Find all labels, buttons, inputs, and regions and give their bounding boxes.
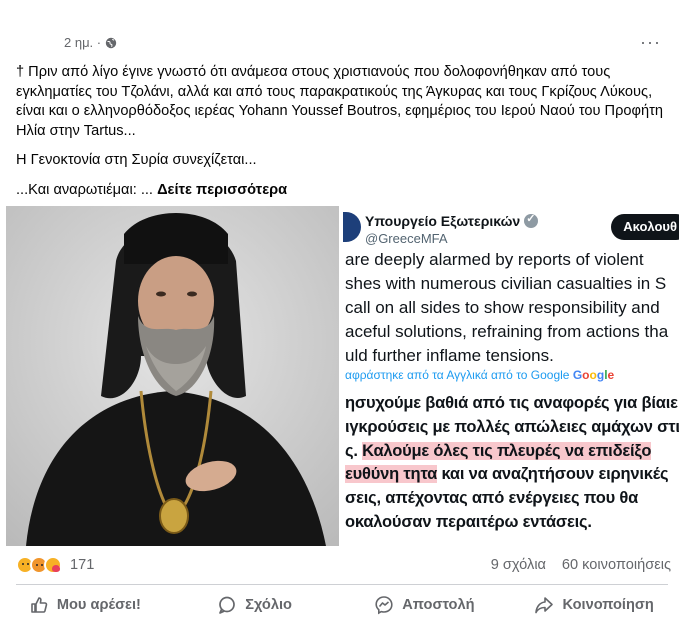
tweet-line-part: ς. [345, 441, 363, 460]
send-label: Αποστολή [402, 597, 475, 613]
thumbs-up-icon [31, 597, 48, 613]
priest-photo-illustration [6, 206, 339, 546]
post-paragraph: ...Και αναρωτιέμαι: ... Δείτε περισσότερ… [16, 181, 668, 201]
tweet-screenshot[interactable]: Υπουργείο Εξωτερικών @GreeceMFA Ακολουθ … [343, 206, 679, 546]
post-stats: 171 9 σχόλια 60 κοινοποιήσεις [0, 553, 679, 577]
tweet-greek-text: ησυχούμε βαθιά από τις αναφορές για βίαι… [345, 392, 679, 535]
share-label: Κοινοποίηση [562, 597, 654, 613]
more-options-icon[interactable]: ··· [640, 32, 661, 53]
messenger-icon [375, 596, 393, 615]
post-paragraph: Η Γενοκτονία στη Συρία συνεχίζεται... [16, 152, 257, 168]
tweet-highlight: Καλούμε όλες τις πλευρές να επιδείξο [362, 441, 652, 460]
post-paragraph-text: ...Και αναρωτιέμαι: ... [16, 181, 153, 198]
globe-icon [105, 37, 117, 48]
tweet-line: οκαλούσαν περαιτέρω εντάσεις. [345, 512, 592, 531]
post-paragraph: † Πριν από λίγο έγινε γνωστό ότι ανάμεσα… [16, 64, 663, 139]
post-timestamp[interactable]: 2 ημ. · [64, 35, 117, 50]
post-body: † Πριν από λίγο έγινε γνωστό ότι ανάμεσα… [16, 63, 668, 210]
like-label: Μου αρέσει! [56, 597, 141, 613]
care-reaction-icon [44, 556, 62, 574]
comment-button[interactable]: Σχόλιο [170, 588, 340, 622]
tweet-line-part: και να αναζητήσουν ειρηνικές [437, 465, 669, 484]
timestamp-text[interactable]: 2 ημ. · [64, 35, 101, 50]
comments-count[interactable]: 9 σχόλια [491, 557, 546, 573]
tweet-line: aceful solutions, refraining from action… [345, 322, 669, 341]
translated-text: αφράστηκε από τα Αγγλικά από το Google [345, 368, 570, 382]
tweet-line: shes with numerous civilian casualties i… [345, 274, 667, 293]
shares-count[interactable]: 60 κοινοποιήσεις [562, 557, 671, 573]
tweet-avatar [343, 212, 361, 242]
reaction-count[interactable]: 171 [70, 557, 94, 573]
tweet-line: ς. Καλούμε όλες τις πλευρές να επιδείξο [345, 440, 679, 464]
tweet-line: are deeply alarmed by reports of violent [345, 250, 644, 269]
tweet-name-text: Υπουργείο Εξωτερικών [365, 213, 521, 229]
tweet-line: ιγκρούσεις με πολλές απώλειες αμάχων στι [345, 417, 679, 436]
share-arrow-icon [535, 597, 554, 614]
comment-label: Σχόλιο [245, 597, 292, 613]
tweet-translated-note: αφράστηκε από τα Αγγλικά από το Google G… [345, 368, 614, 382]
post-media[interactable]: Υπουργείο Εξωτερικών @GreeceMFA Ακολουθ … [6, 206, 679, 546]
comment-icon [219, 596, 236, 614]
like-button[interactable]: Μου αρέσει! [0, 588, 170, 622]
tweet-line: ευθύνη τητα και να αναζητήσουν ειρηνικές [345, 463, 679, 487]
tweet-line: uld further inflame tensions. [345, 346, 554, 365]
google-logo-icon: Google [572, 368, 615, 382]
share-button[interactable]: Κοινοποίηση [509, 588, 679, 622]
tweet-line: call on all sides to show responsibility… [345, 298, 660, 317]
tweet-line: σεις, απέχοντας από ενέργειες που θα [345, 489, 639, 508]
post-actions: Μου αρέσει! Σχόλιο Αποστολή Κοινοποίηση [0, 588, 679, 622]
tweet-follow-button: Ακολουθ [611, 214, 679, 240]
divider [16, 584, 668, 585]
reactions-summary[interactable]: 171 [16, 556, 94, 574]
post-header: 2 ημ. · ··· [0, 30, 679, 60]
see-more-link[interactable]: Δείτε περισσότερα [157, 182, 287, 198]
priest-photo[interactable] [6, 206, 339, 546]
tweet-account-name: Υπουργείο Εξωτερικών [365, 212, 539, 229]
tweet-handle: @GreeceMFA [365, 231, 448, 246]
tweet-line: ησυχούμε βαθιά από τις αναφορές για βίαι… [345, 394, 678, 412]
send-button[interactable]: Αποστολή [340, 588, 510, 622]
tweet-english-text: are deeply alarmed by reports of violent… [345, 248, 679, 368]
tweet-highlight: ευθύνη τητα [345, 465, 438, 484]
verified-icon [524, 212, 539, 228]
